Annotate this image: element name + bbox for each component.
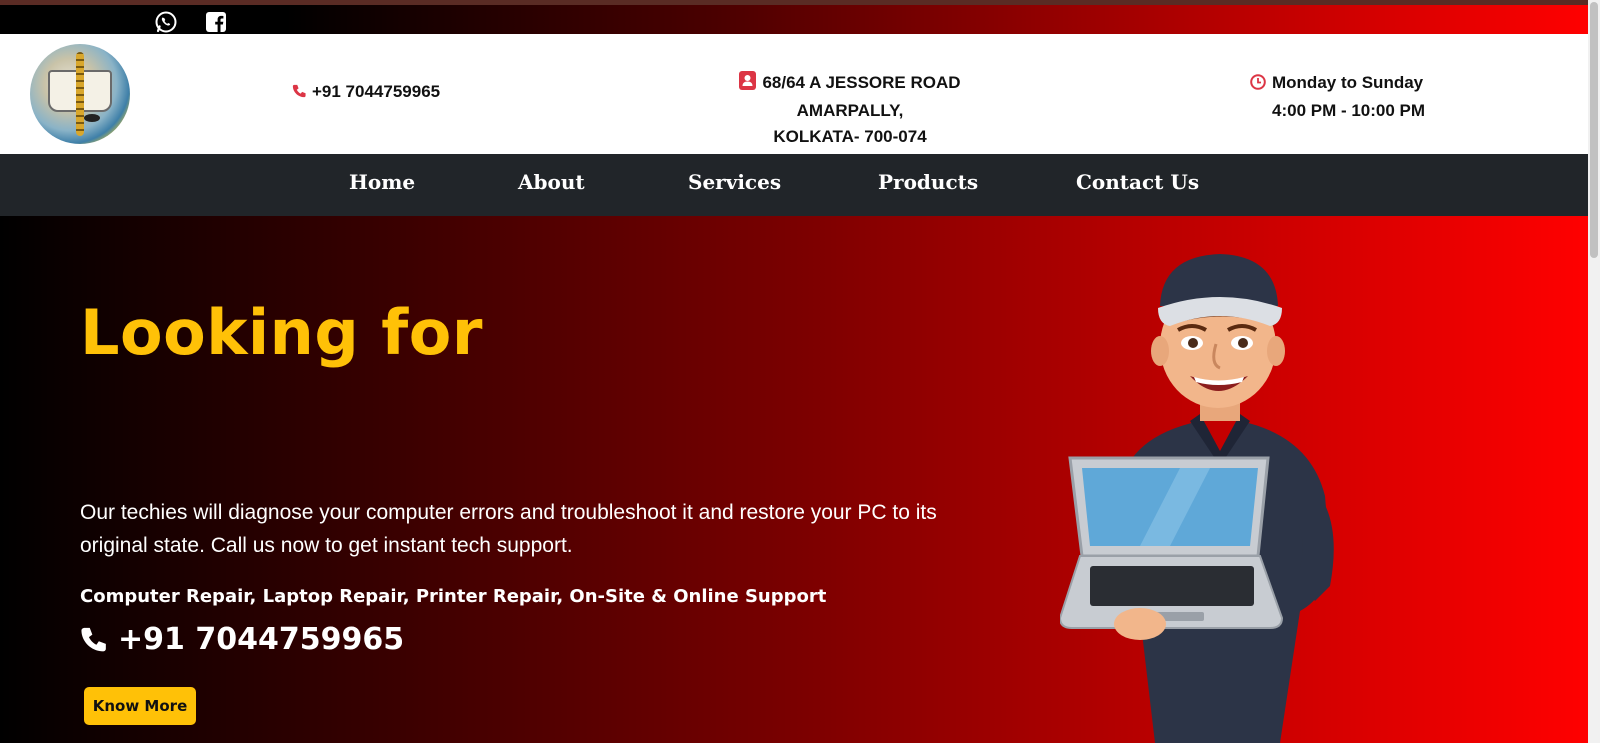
clock-icon [1250,72,1266,98]
social-bar [0,0,1588,34]
nav-contact-us[interactable]: Contact Us [1076,170,1199,194]
hero-phone-text: +91 7044759965 [118,622,405,657]
scrollbar-thumb[interactable] [1590,2,1598,258]
nav-products[interactable]: Products [878,170,978,194]
address-line-2: KOLKATA- 700-074 [773,127,927,146]
page-scrollbar[interactable] [1588,0,1600,743]
header-phone[interactable]: +91 7044759965 [292,82,440,104]
logo-eye-graphic [84,114,100,122]
know-more-button[interactable]: Know More [84,687,196,725]
hero-title: Looking for [80,296,483,369]
header-address: 68/64 A JESSORE ROAD AMARPALLY, KOLKATA-… [690,70,1010,150]
phone-icon [81,627,106,651]
hero-description: Our techies will diagnose your computer … [80,501,937,557]
address-book-icon [739,71,757,98]
phone-icon [292,83,306,104]
hero-section: Looking for Our techies will diagnose yo… [0,216,1588,743]
hours-line-2: 4:00 PM - 10:00 PM [1272,101,1426,120]
hero-services: Computer Repair, Laptop Repair, Printer … [80,586,827,607]
facebook-icon[interactable] [203,9,229,35]
whatsapp-icon[interactable] [153,9,179,35]
info-header: +91 7044759965 68/64 A JESSORE ROAD AMAR… [0,34,1588,154]
nav-about[interactable]: About [518,170,585,194]
main-nav: Home About Services Products Contact Us [0,154,1588,216]
header-phone-text: +91 7044759965 [312,82,441,101]
site-logo[interactable] [30,44,130,144]
hero-phone[interactable]: +91 7044759965 [80,622,404,657]
header-hours: Monday to Sunday 4:00 PM - 10:00 PM [1250,70,1425,124]
address-line-1: 68/64 A JESSORE ROAD AMARPALLY, [762,73,961,120]
logo-spine-graphic [76,52,84,136]
nav-home[interactable]: Home [349,170,415,194]
nav-services[interactable]: Services [688,170,781,194]
hours-line-1: Monday to Sunday [1272,73,1424,92]
technician-with-laptop-illustration [1060,254,1334,743]
